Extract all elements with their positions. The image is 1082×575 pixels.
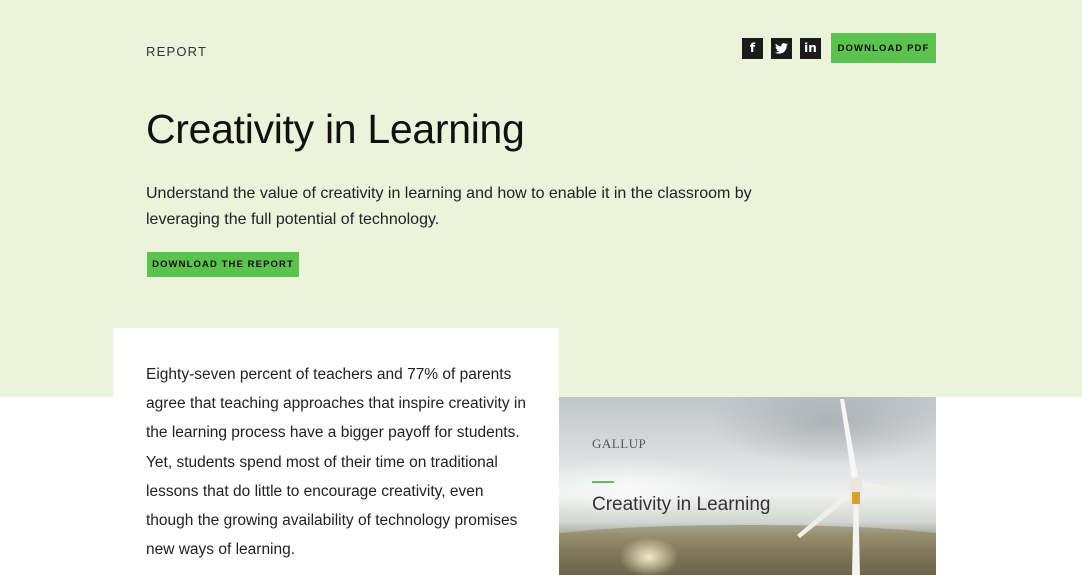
facebook-icon[interactable]: f <box>742 37 763 59</box>
cover-title: Creativity in Learning <box>592 494 771 515</box>
twitter-bird-icon <box>775 42 788 54</box>
download-pdf-button[interactable]: DOWNLOAD PDF <box>831 33 936 63</box>
report-cover-image: GALLUP Creativity in Learning <box>559 397 936 575</box>
download-report-button[interactable]: DOWNLOAD THE REPORT <box>147 252 299 277</box>
page-description: Understand the value of creativity in le… <box>146 185 752 228</box>
linkedin-icon[interactable]: in <box>800 37 821 59</box>
cover-accent-rule <box>592 481 614 483</box>
gallup-logo: GALLUP <box>592 436 647 451</box>
sun-glow <box>619 537 679 575</box>
intro-text: Eighty-seven percent of teachers and 77%… <box>146 366 526 559</box>
page-title: Creativity in Learning <box>146 106 525 152</box>
facebook-glyph: f <box>749 41 756 55</box>
share-actions: f in DOWNLOAD PDF <box>742 33 936 63</box>
twitter-icon[interactable] <box>771 37 792 59</box>
report-eyebrow: REPORT <box>146 44 208 59</box>
wind-turbine-icon <box>797 399 936 575</box>
intro-card: Eighty-seven percent of teachers and 77%… <box>113 328 559 575</box>
linkedin-glyph: in <box>804 41 817 55</box>
